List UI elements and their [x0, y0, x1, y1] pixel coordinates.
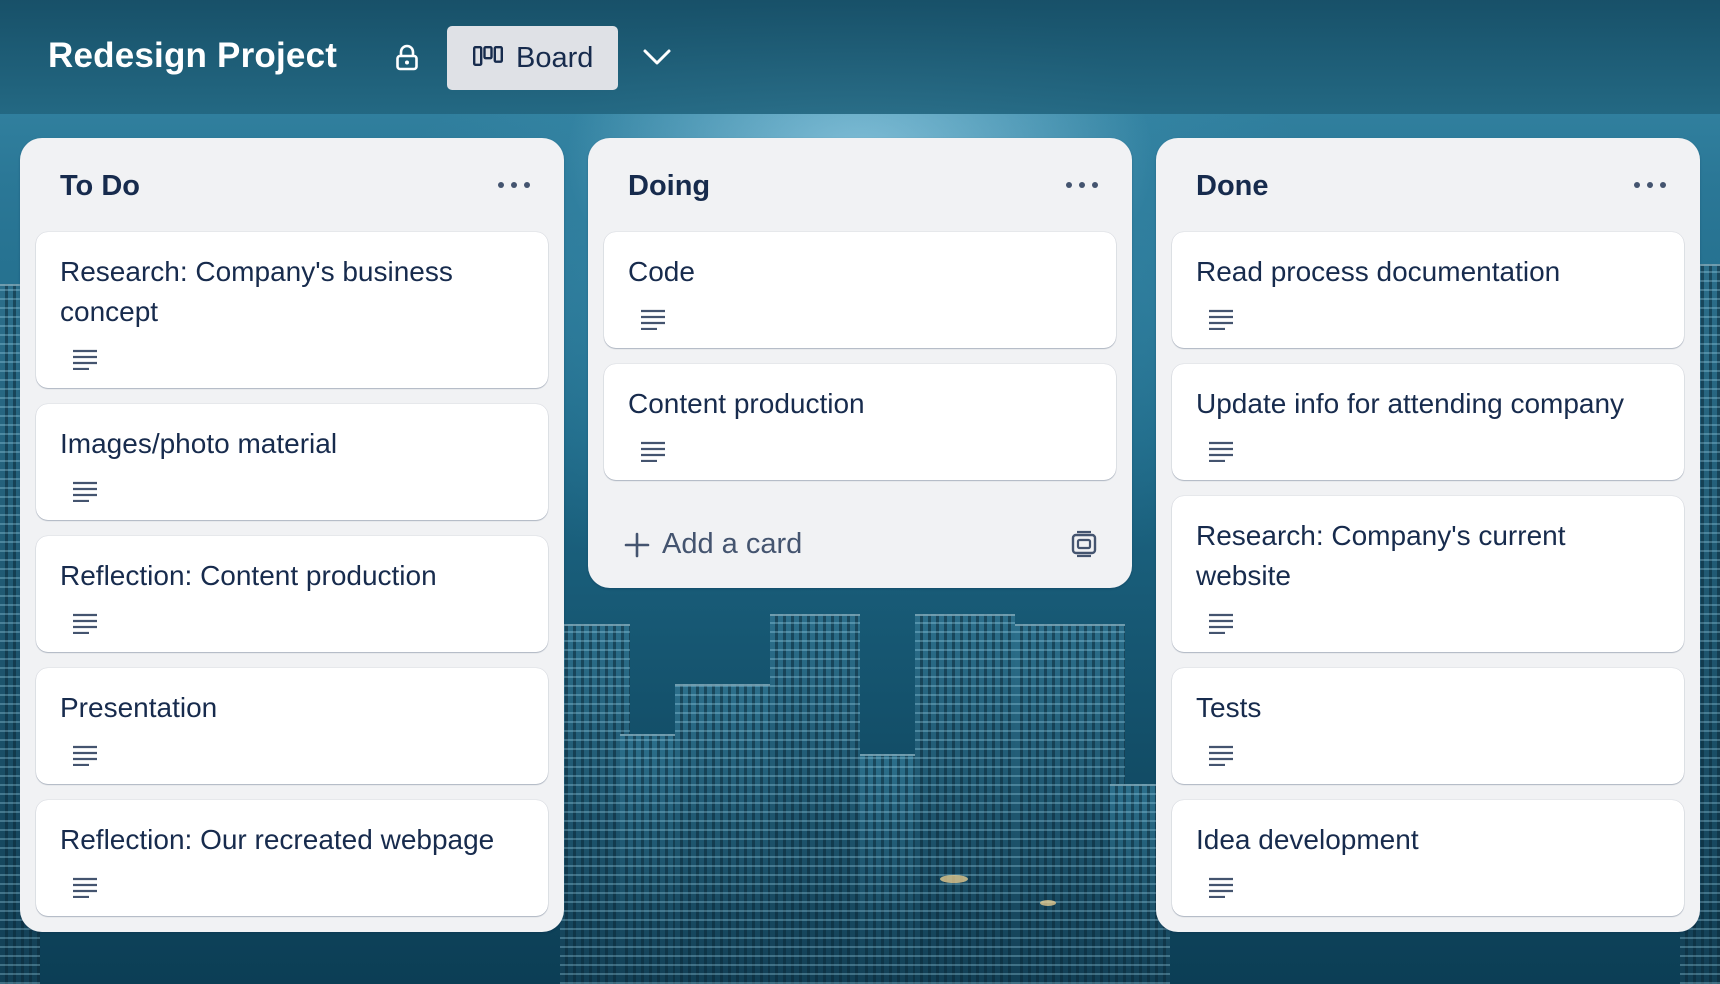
list-title[interactable]: To Do [60, 170, 140, 203]
description-icon [1209, 441, 1233, 462]
card-title: Code [628, 256, 695, 287]
card[interactable]: Reflection: Our recreated webpage [36, 800, 548, 916]
card-title: Reflection: Content production [60, 560, 437, 591]
board-view-icon [473, 46, 503, 66]
more-options-icon[interactable] [494, 170, 534, 200]
card[interactable]: Read process documentation [1172, 232, 1684, 348]
board-title[interactable]: Redesign Project [48, 36, 337, 76]
card[interactable]: Presentation [36, 668, 548, 784]
description-icon [641, 441, 665, 462]
card-title: Read process documentation [1196, 256, 1561, 287]
add-card-button[interactable]: Add a card [588, 496, 1132, 588]
list-title[interactable]: Done [1196, 170, 1269, 203]
board-header: Redesign Project Board [0, 0, 1720, 114]
card[interactable]: Content production [604, 364, 1116, 480]
description-icon [73, 745, 97, 766]
card[interactable]: Research: Company's business concept [36, 232, 548, 388]
card-title: Images/photo material [60, 428, 338, 459]
card-title: Idea development [1196, 824, 1419, 855]
card-template-icon[interactable] [1070, 530, 1098, 558]
list-title[interactable]: Doing [628, 170, 710, 203]
lock-icon[interactable] [394, 44, 420, 72]
card[interactable]: Research: Company's current website [1172, 496, 1684, 652]
card-title: Research: Company's current website [1196, 520, 1566, 591]
description-icon [1209, 877, 1233, 898]
plus-icon [624, 532, 650, 558]
description-icon [73, 877, 97, 898]
list-doing: Doing Code Content production Add a card [588, 138, 1132, 588]
card-title: Update info for attending company [1196, 388, 1625, 419]
card[interactable]: Update info for attending company [1172, 364, 1684, 480]
card-title: Reflection: Our recreated webpage [60, 824, 495, 855]
description-icon [73, 613, 97, 634]
description-icon [1209, 309, 1233, 330]
card[interactable]: Images/photo material [36, 404, 548, 520]
card-title: Content production [628, 388, 865, 419]
card[interactable]: Idea development [1172, 800, 1684, 916]
board-view-label: Board [516, 42, 594, 74]
description-icon [641, 309, 665, 330]
more-options-icon[interactable] [1630, 170, 1670, 200]
card[interactable]: Tests [1172, 668, 1684, 784]
description-icon [1209, 745, 1233, 766]
board-view-button[interactable]: Board [447, 26, 618, 90]
chevron-down-icon[interactable] [640, 40, 674, 74]
add-card-label: Add a card [662, 528, 803, 560]
description-icon [73, 481, 97, 502]
card-title: Tests [1196, 692, 1262, 723]
description-icon [73, 349, 97, 370]
card-title: Research: Company's business concept [60, 256, 453, 327]
list-done: Done Read process documentation Update i… [1156, 138, 1700, 932]
card[interactable]: Code [604, 232, 1116, 348]
more-options-icon[interactable] [1062, 170, 1102, 200]
list-to-do: To Do Research: Company's business conce… [20, 138, 564, 932]
card-title: Presentation [60, 692, 218, 723]
card[interactable]: Reflection: Content production [36, 536, 548, 652]
description-icon [1209, 613, 1233, 634]
